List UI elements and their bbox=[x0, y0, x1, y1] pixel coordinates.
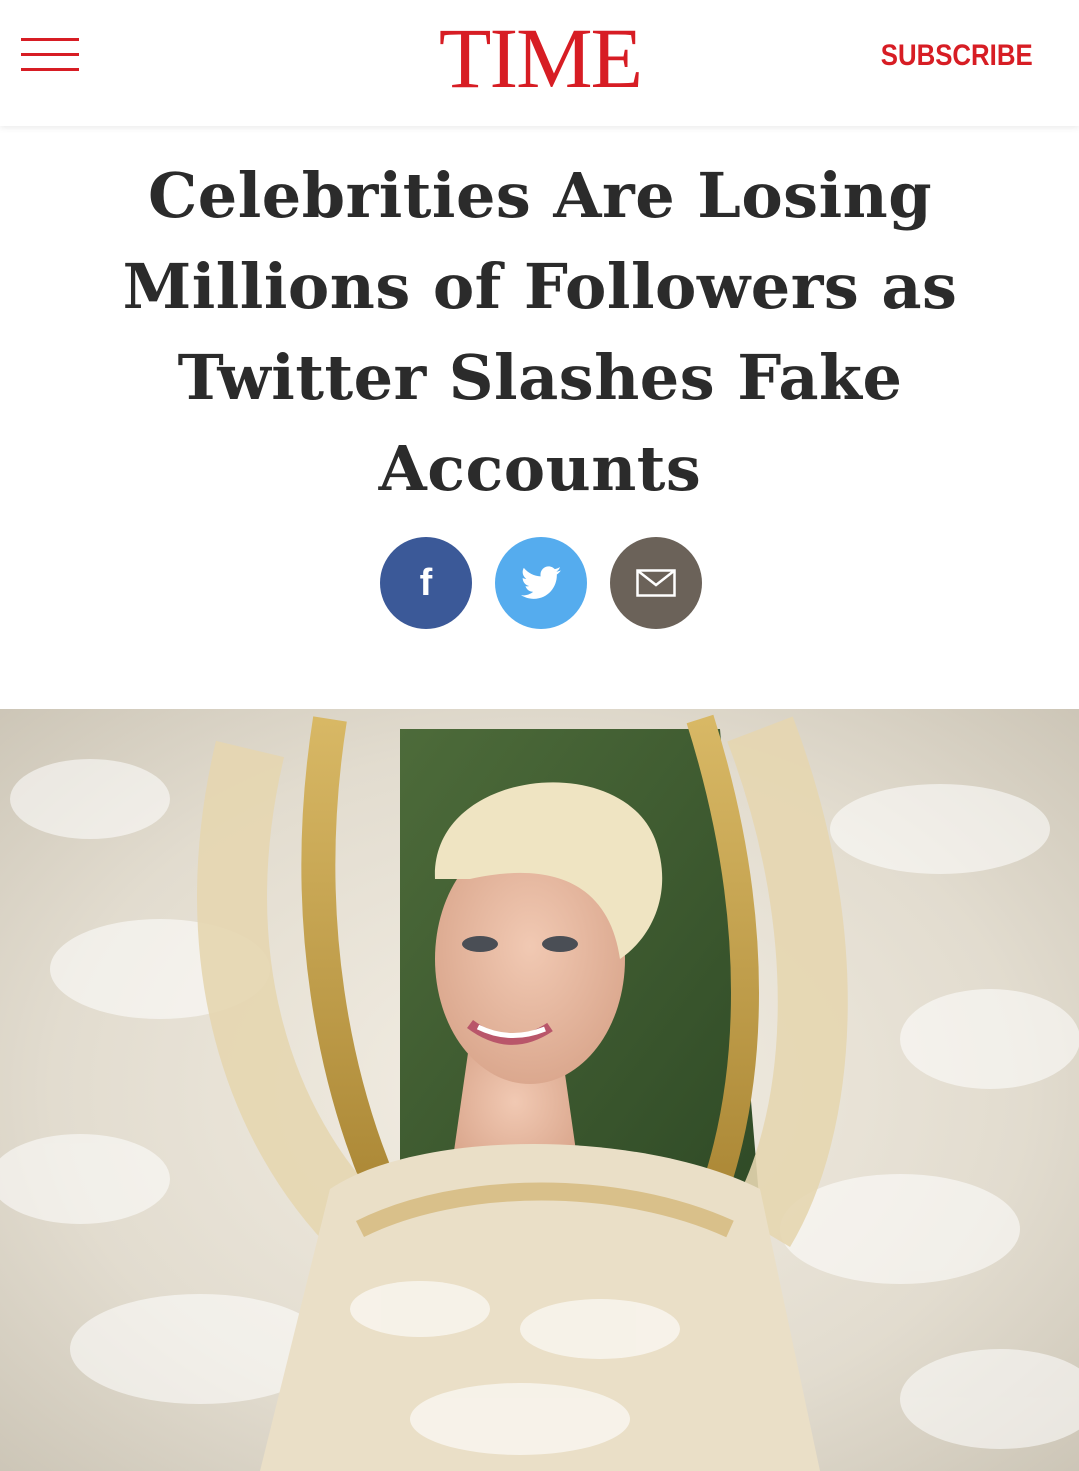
share-email-button[interactable] bbox=[610, 537, 702, 629]
share-twitter-button[interactable] bbox=[495, 537, 587, 629]
site-header: TIME SUBSCRIBE bbox=[0, 0, 1079, 126]
menu-bar bbox=[21, 68, 79, 71]
share-facebook-button[interactable]: f bbox=[380, 537, 472, 629]
subscribe-link[interactable]: SUBSCRIBE bbox=[881, 38, 1033, 74]
share-buttons: f bbox=[380, 537, 702, 629]
twitter-bird-icon bbox=[521, 566, 561, 599]
time-logo[interactable]: TIME bbox=[410, 12, 670, 104]
facebook-icon: f bbox=[419, 562, 433, 604]
envelope-icon bbox=[636, 569, 676, 597]
hamburger-menu-icon[interactable] bbox=[21, 38, 79, 74]
hero-photo bbox=[0, 709, 1079, 1471]
article-headline: Celebrities Are Losing Millions of Follo… bbox=[122, 159, 958, 505]
hero-photo-illustration bbox=[0, 709, 1079, 1471]
article-page: TIME SUBSCRIBE Celebrities Are Losing Mi… bbox=[0, 0, 1079, 1471]
menu-bar bbox=[21, 38, 79, 41]
menu-bar bbox=[21, 53, 79, 56]
